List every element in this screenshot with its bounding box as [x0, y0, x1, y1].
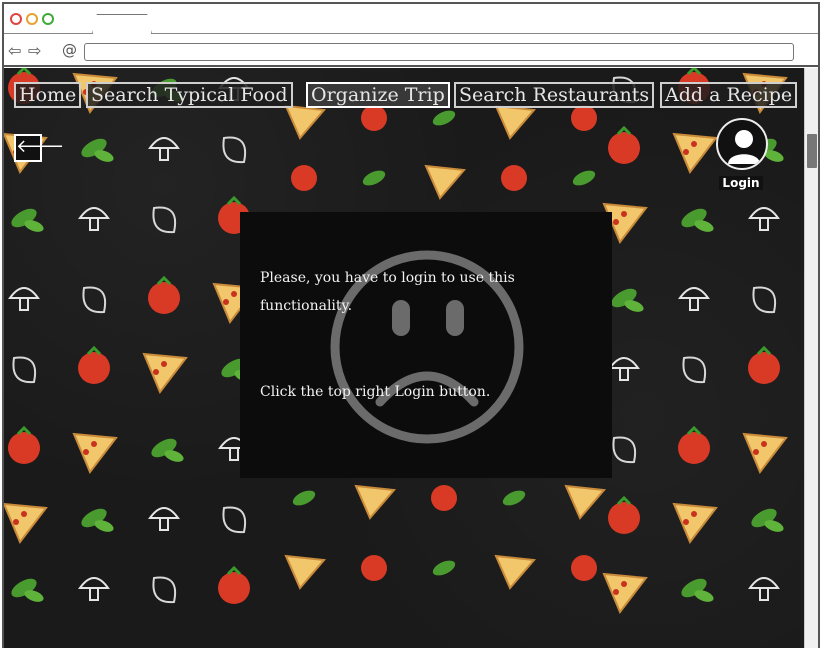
- login-label[interactable]: Login: [719, 176, 763, 190]
- maximize-window-icon[interactable]: [42, 13, 54, 25]
- nav-search-typical-food[interactable]: Search Typical Food: [86, 82, 293, 108]
- nav-home[interactable]: Home: [14, 82, 82, 108]
- login-required-message: Please, you have to login to use this fu…: [260, 270, 515, 314]
- reload-icon[interactable]: @: [62, 42, 77, 58]
- vertical-scrollbar[interactable]: [804, 68, 818, 648]
- left-arrow-icon: 🡐: [16, 136, 65, 157]
- forward-arrow-icon[interactable]: ⇨: [28, 43, 41, 59]
- nav-add-recipe[interactable]: Add a Recipe: [660, 82, 798, 108]
- nav-organize-trip[interactable]: Organize Trip: [306, 82, 450, 108]
- close-window-icon[interactable]: [10, 13, 22, 25]
- browser-tab[interactable]: [92, 14, 152, 34]
- browser-toolbar: ⇦ ⇨ @: [4, 35, 818, 67]
- browser-titlebar: [4, 4, 818, 34]
- back-button[interactable]: 🡐: [14, 134, 64, 162]
- login-instruction-message: Click the top right Login button.: [260, 384, 491, 400]
- scrollbar-thumb[interactable]: [807, 134, 817, 168]
- browser-window: ⇦ ⇨ @ Home Search Typical Food Organize …: [2, 2, 820, 648]
- address-bar[interactable]: [84, 43, 794, 61]
- back-arrow-icon[interactable]: ⇦: [8, 43, 21, 59]
- minimize-window-icon[interactable]: [26, 13, 38, 25]
- page-viewport: Home Search Typical Food Organize Trip S…: [4, 68, 804, 648]
- login-button[interactable]: [716, 118, 768, 170]
- nav-search-restaurants[interactable]: Search Restaurants: [454, 82, 655, 108]
- login-required-modal: Please, you have to login to use this fu…: [240, 212, 612, 478]
